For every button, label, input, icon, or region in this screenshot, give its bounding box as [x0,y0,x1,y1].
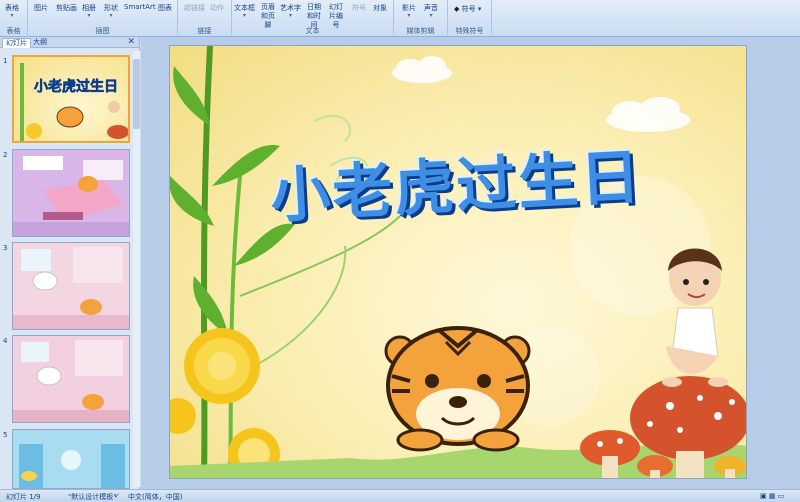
ribbon-group-label: 链接 [197,27,212,35]
picture-button[interactable]: 图片 [34,3,48,13]
slide-counter: 幻灯片 1/9 [6,493,41,501]
slide-number: 3 [3,244,8,252]
slide-thumbnail-panel: 幻灯片 大纲 ✕ 1 小老虎过生日 2 3 4 5 [0,37,140,489]
panel-tabs: 幻灯片 大纲 ✕ [0,37,139,48]
slide-number: 2 [3,151,8,159]
ribbon: 表格 ▾ 表格 图片 剪贴画 相册 ▾ 形状 ▾ SmartArt 图表 插图 超链接… [0,0,800,37]
tab-outline[interactable]: 大纲 [30,38,50,48]
table-button[interactable]: 表格 ▾ [5,3,19,19]
slide-3-preview [13,243,129,329]
status-bar: 幻灯片 1/9 "默认设计模板" ✓ 中文(简体，中国) ▣ ▦ ▭ [0,489,800,502]
sound-button[interactable]: 声音 ▾ [424,3,438,19]
slide-artwork [170,46,746,478]
proofing-icon[interactable]: ✓ [114,492,120,500]
language-indicator[interactable]: 中文(简体，中国) [128,492,182,502]
slide-5-preview [13,430,129,488]
panel-scrollbar[interactable] [133,51,140,487]
ribbon-group-label: 特殊符号 [455,27,484,35]
ribbon-group-tables: 表格 ▾ 表格 [0,0,28,37]
ribbon-group-label: 媒体剪辑 [406,27,435,35]
slide-thumbnail-1[interactable]: 小老虎过生日 [12,55,130,143]
textbox-button[interactable]: 文本框 ▾ [234,3,255,19]
ribbon-group-label: 表格 [6,27,21,35]
wordart-button[interactable]: 艺术字 ▾ [280,3,301,19]
theme-name[interactable]: "默认设计模板" [68,492,116,502]
svg-text:小老虎过生日: 小老虎过生日 [34,78,118,95]
slide-thumbnail-3[interactable] [12,242,130,330]
ribbon-group-illustrations: 图片 剪贴画 相册 ▾ 形状 ▾ SmartArt 图表 插图 [28,0,178,37]
ribbon-group-text: 文本框 ▾ 页眉和页脚 艺术字 ▾ 日期和时间 幻灯片编号 符号 对象 文本 [232,0,394,37]
ribbon-group-links: 超链接 动作 链接 [178,0,232,37]
action-button[interactable]: 动作 [210,3,224,13]
clipart-button[interactable]: 剪贴画 [56,3,77,13]
object-button[interactable]: 对象 [373,3,387,13]
movie-button[interactable]: 影片 ▾ [402,3,416,19]
current-slide[interactable]: 小老虎过生日 [169,45,747,479]
symbol-button[interactable]: 符号 [352,3,366,13]
slide-number: 5 [3,431,8,439]
special-symbol-button[interactable]: ◆ 符号 ▾ [454,4,481,14]
slide-editing-area: 小老虎过生日 [141,37,800,489]
tab-slides[interactable]: 幻灯片 [2,38,31,48]
ribbon-group-label: 插图 [95,27,110,35]
slide-1-preview: 小老虎过生日 [20,63,128,141]
close-panel-icon[interactable]: ✕ [127,37,135,47]
chart-button[interactable]: 图表 [158,3,172,13]
ribbon-group-special-symbols: ◆ 符号 ▾ 特殊符号 [448,0,492,37]
tiger-illustration [384,326,531,452]
shapes-button[interactable]: 形状 ▾ [104,3,118,19]
slide-number: 4 [3,337,8,345]
slide-thumbnail-2[interactable] [12,149,130,237]
smartart-button[interactable]: SmartArt [124,3,156,11]
scrollbar-thumb[interactable] [133,59,140,129]
slide-number: 1 [3,57,8,65]
photo-album-button[interactable]: 相册 ▾ [82,3,96,19]
slide-2-preview [13,150,129,236]
slide-thumbnail-5[interactable] [12,429,130,489]
view-buttons[interactable]: ▣ ▦ ▭ [760,492,784,500]
hyperlink-button[interactable]: 超链接 [184,3,205,13]
slide-4-preview [13,336,129,422]
ribbon-group-label: 文本 [305,27,320,35]
slide-thumbnail-4[interactable] [12,335,130,423]
ribbon-group-media: 影片 ▾ 声音 ▾ 媒体剪辑 [394,0,448,37]
